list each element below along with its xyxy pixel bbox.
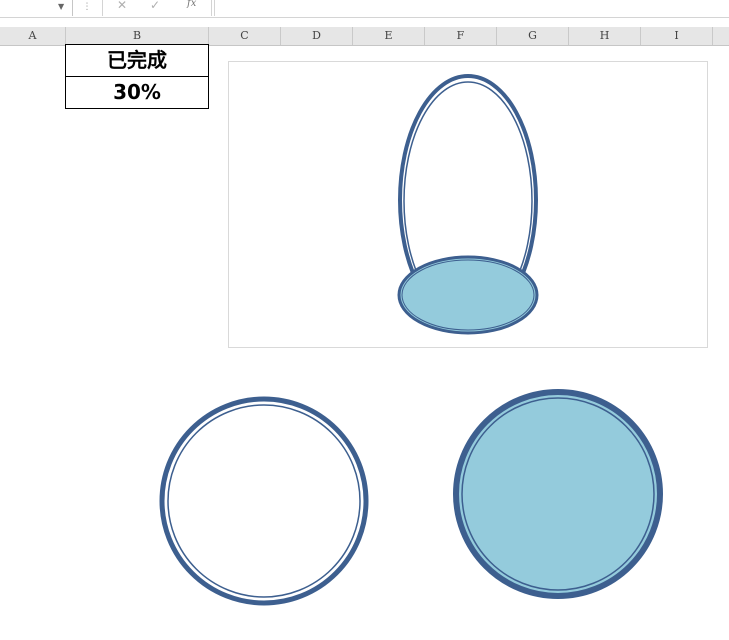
progress-ellipse-fill[interactable] xyxy=(397,255,539,335)
filled-circle[interactable] xyxy=(453,389,663,599)
shapes-layer xyxy=(159,74,663,606)
outline-circle[interactable] xyxy=(159,396,369,606)
